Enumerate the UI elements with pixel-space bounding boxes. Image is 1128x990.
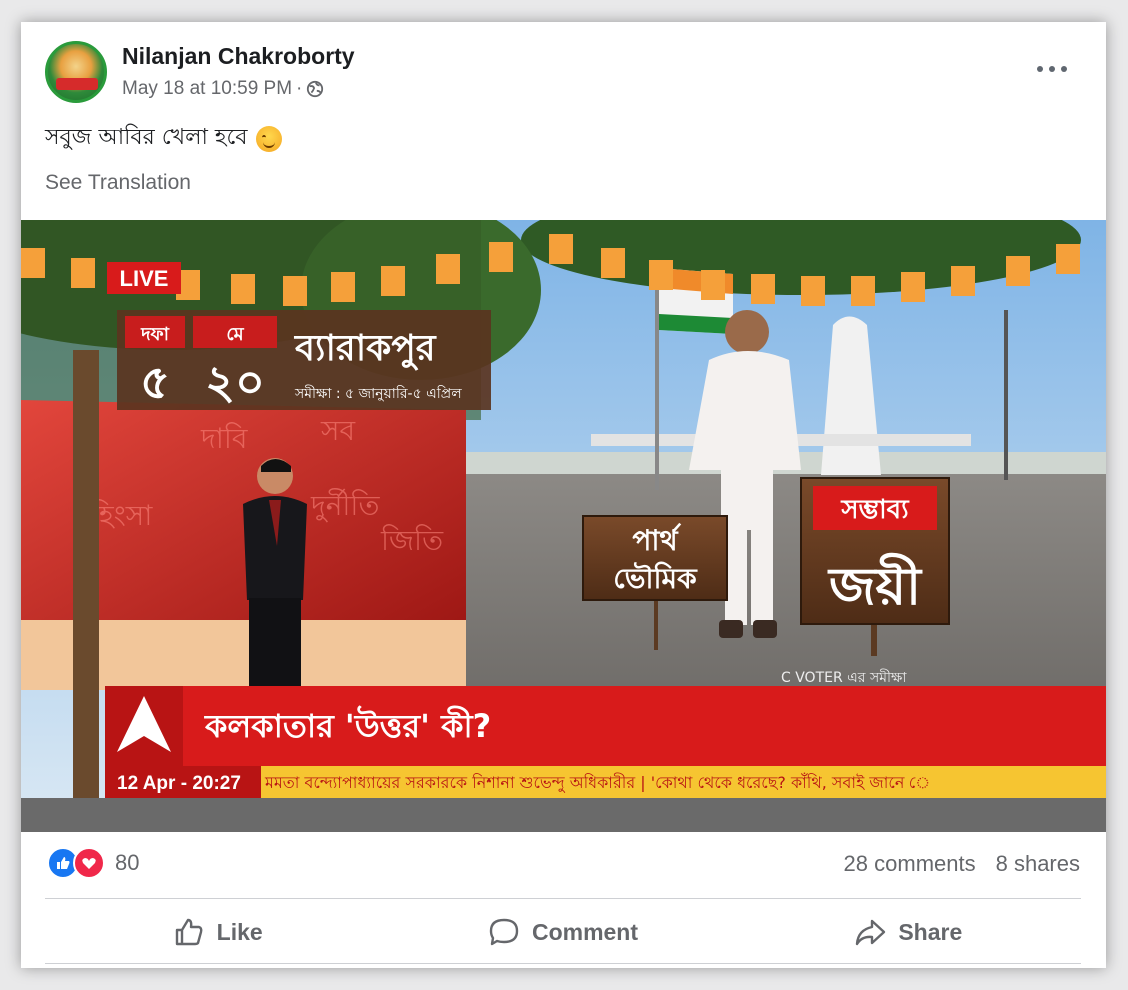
globe-icon[interactable] <box>306 80 324 98</box>
dot-icon <box>1061 66 1067 72</box>
date-value: ২০ <box>205 355 265 409</box>
headline-text: কলকাতার 'উত্তর' কী? <box>204 705 491 745</box>
love-reaction-icon <box>73 847 105 879</box>
winner-label: জয়ী <box>827 553 923 617</box>
share-label: Share <box>898 918 963 945</box>
bg-word: দাবি <box>200 422 248 455</box>
engagement-stats: 28 comments 8 shares <box>844 851 1080 877</box>
shares-count-link[interactable]: 8 shares <box>996 851 1080 877</box>
dot-icon <box>1049 66 1055 72</box>
thumbs-up-icon <box>175 918 203 946</box>
like-label: Like <box>216 918 263 945</box>
post-card: Nilanjan Chakroborty May 18 at 10:59 PM … <box>21 22 1106 968</box>
ticker-time: 12 Apr - 20:27 <box>117 773 241 794</box>
more-options-button[interactable] <box>1037 58 1067 80</box>
survey-period: সমীক্ষা : ৫ জানুয়ারি-৫ এপ্রিল <box>294 385 462 402</box>
bg-word: সব <box>320 414 355 447</box>
comment-bubble-icon <box>489 918 519 946</box>
divider <box>45 898 1081 899</box>
action-bar: Like Comment Share <box>45 908 1081 956</box>
author-avatar[interactable] <box>45 41 107 103</box>
comment-button[interactable]: Comment <box>390 908 735 956</box>
reaction-count: 80 <box>115 850 140 875</box>
bg-word: দুর্নীতি <box>310 488 380 522</box>
like-button[interactable]: Like <box>45 908 390 956</box>
post-meta: May 18 at 10:59 PM · <box>122 78 324 100</box>
candidate-first-name: পার্থ <box>632 523 681 557</box>
divider <box>45 963 1081 964</box>
post-text-content: সবুজ আবির খেলা হবে <box>45 125 248 150</box>
bg-word: জিতি <box>380 524 444 557</box>
author-name[interactable]: Nilanjan Chakroborty <box>122 43 355 70</box>
phase-value: ৫ <box>140 355 170 409</box>
post-timestamp[interactable]: May 18 at 10:59 PM <box>122 78 292 100</box>
constituency-name: ব্যারাকপুর <box>293 328 437 371</box>
post-text: সবুজ আবির খেলা হবে <box>45 120 282 157</box>
candidate-last-name: ভৌমিক <box>613 561 698 595</box>
news-broadcast-image: দাবি দুর্নীতি হিংসা জিতি সব পার্থ ভৌমিক … <box>21 220 1106 832</box>
comment-label: Comment <box>531 918 639 945</box>
comments-count-link[interactable]: 28 comments <box>844 851 976 877</box>
month-label: মে <box>226 324 244 345</box>
reaction-summary[interactable]: 80 <box>47 847 139 879</box>
post-image[interactable]: দাবি দুর্নীতি হিংসা জিতি সব পার্থ ভৌমিক … <box>21 220 1106 832</box>
dot-icon <box>1037 66 1043 72</box>
share-arrow-icon <box>856 919 886 946</box>
meta-separator: · <box>296 78 303 99</box>
possible-label: সম্ভাব্য <box>840 495 910 525</box>
source-note: C VOTER এর সমীক্ষা <box>781 669 907 686</box>
ticker-text: মমতা বন্দ্যোপাধ্যায়ের সরকারকে নিশানা শু… <box>264 773 930 793</box>
see-translation-link[interactable]: See Translation <box>45 171 191 195</box>
smiling-face-emoji-icon <box>255 125 282 152</box>
bg-word: হিংসা <box>90 499 153 532</box>
share-button[interactable]: Share <box>736 908 1081 956</box>
phase-label: দফা <box>140 324 170 345</box>
live-badge: LIVE <box>120 266 169 291</box>
